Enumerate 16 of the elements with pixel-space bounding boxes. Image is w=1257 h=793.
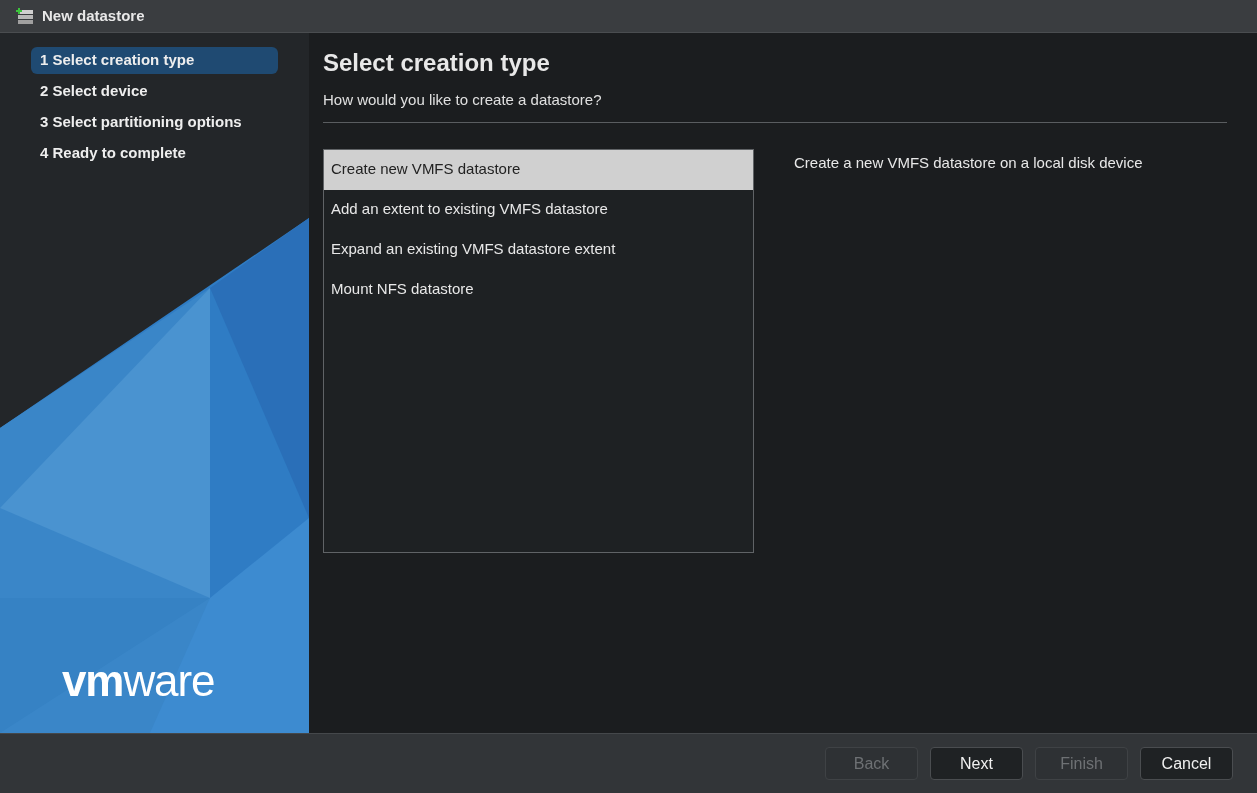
datastore-icon — [16, 8, 34, 24]
wizard-step[interactable]: 4 Ready to complete — [31, 140, 278, 167]
page-subtitle: How would you like to create a datastore? — [323, 90, 603, 110]
wizard-step[interactable]: 2 Select device — [31, 78, 278, 105]
creation-type-option[interactable]: Create new VMFS datastore — [324, 149, 753, 190]
wizard-step[interactable]: 1 Select creation type — [31, 47, 278, 74]
creation-type-option[interactable]: Mount NFS datastore — [324, 269, 753, 310]
creation-type-option[interactable]: Add an extent to existing VMFS datastore — [324, 189, 753, 230]
wizard-button[interactable]: Cancel — [1140, 747, 1233, 780]
wizard-step[interactable]: 3 Select partitioning options — [31, 109, 278, 136]
vmware-logo: vmware — [62, 659, 215, 703]
wizard-button[interactable]: Next — [930, 747, 1023, 780]
window-title: New datastore — [42, 5, 145, 26]
page-title: Select creation type — [323, 48, 551, 78]
creation-type-option[interactable]: Expand an existing VMFS datastore extent — [324, 229, 753, 270]
option-description: Create a new VMFS datastore on a local disk device — [794, 152, 1143, 173]
